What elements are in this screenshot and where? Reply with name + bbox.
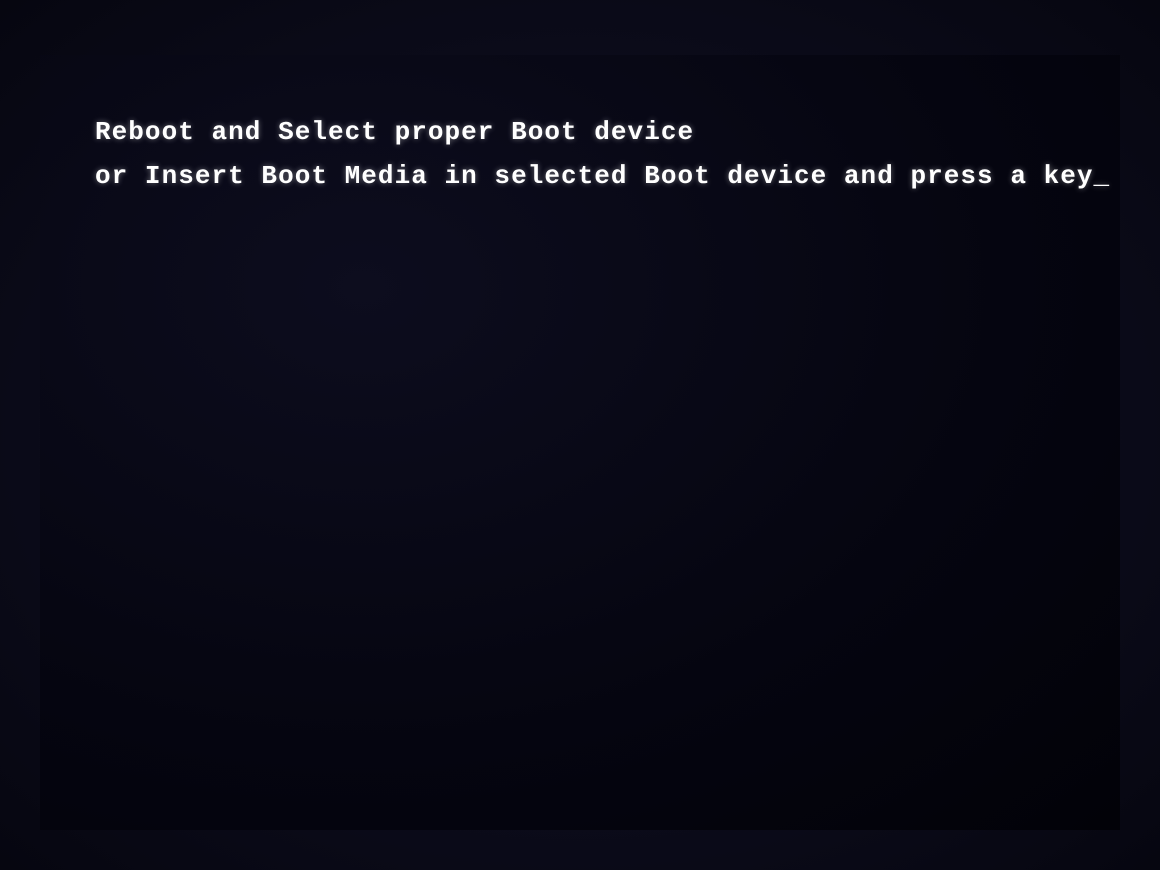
boot-line-2: or Insert Boot Media in selected Boot de… [95, 154, 1110, 198]
boot-message: Reboot and Select proper Boot device or … [95, 110, 1110, 198]
boot-line-1: Reboot and Select proper Boot device [95, 110, 1110, 154]
screen-outer: Reboot and Select proper Boot device or … [0, 0, 1160, 870]
screen-inner: Reboot and Select proper Boot device or … [40, 55, 1120, 830]
